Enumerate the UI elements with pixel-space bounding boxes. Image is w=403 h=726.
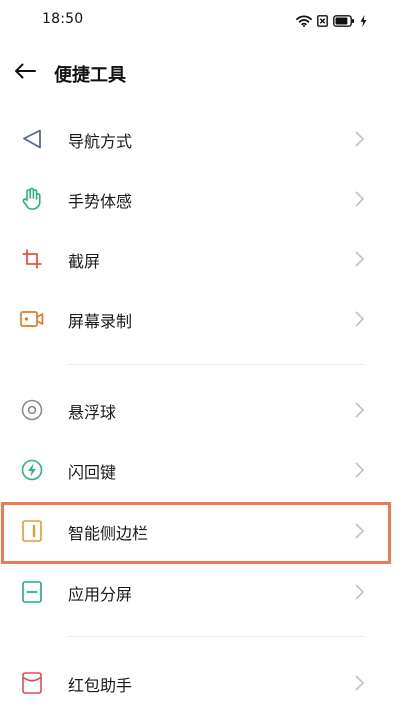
list-item-split-screen[interactable]: 应用分屏 xyxy=(0,562,403,622)
list-item-navigation-mode[interactable]: 导航方式 xyxy=(0,109,403,169)
list-item-flashback-key[interactable]: 闪回键 xyxy=(0,440,403,500)
section-divider xyxy=(68,636,364,637)
chevron-right-icon xyxy=(352,583,366,601)
chevron-right-icon xyxy=(352,401,366,419)
app-header: 便捷工具 xyxy=(0,50,403,96)
red-envelope-icon xyxy=(18,671,46,695)
status-bar: 18:50 xyxy=(0,0,403,38)
navigation-icon xyxy=(18,127,46,151)
item-label: 屏幕录制 xyxy=(68,312,133,331)
chevron-right-icon xyxy=(352,190,366,208)
item-label: 截屏 xyxy=(68,252,101,271)
list-item-screen-recording[interactable]: 屏幕录制 xyxy=(0,289,403,349)
charging-icon xyxy=(360,12,367,31)
chevron-right-icon xyxy=(352,250,366,268)
list-item-screenshot[interactable]: 截屏 xyxy=(0,229,403,289)
lightning-icon xyxy=(18,458,46,482)
status-time: 18:50 xyxy=(42,11,84,27)
status-icons xyxy=(296,12,367,31)
no-sim-icon xyxy=(317,12,328,31)
video-record-icon xyxy=(18,307,46,331)
wifi-icon xyxy=(296,12,312,31)
back-button[interactable] xyxy=(10,58,40,88)
item-label: 闪回键 xyxy=(68,463,117,482)
list-item-floating-ball[interactable]: 悬浮球 xyxy=(0,380,403,440)
item-label: 悬浮球 xyxy=(68,403,117,422)
back-arrow-icon xyxy=(14,63,36,83)
floating-ball-icon xyxy=(18,398,46,422)
page-title: 便捷工具 xyxy=(54,65,126,86)
chevron-right-icon xyxy=(352,310,366,328)
battery-icon xyxy=(333,12,355,31)
hand-gesture-icon xyxy=(18,187,46,211)
split-screen-icon xyxy=(18,580,46,604)
chevron-right-icon xyxy=(352,130,366,148)
chevron-right-icon xyxy=(352,674,366,692)
chevron-right-icon xyxy=(352,461,366,479)
item-label: 红包助手 xyxy=(68,676,133,695)
item-label: 应用分屏 xyxy=(68,585,133,604)
list-item-gesture[interactable]: 手势体感 xyxy=(0,169,403,229)
item-label: 手势体感 xyxy=(68,192,133,211)
highlight-box xyxy=(1,502,391,564)
crop-icon xyxy=(18,247,46,271)
section-divider xyxy=(68,364,364,365)
list-item-red-envelope-helper[interactable]: 红包助手 xyxy=(0,653,403,713)
item-label: 导航方式 xyxy=(68,132,133,151)
